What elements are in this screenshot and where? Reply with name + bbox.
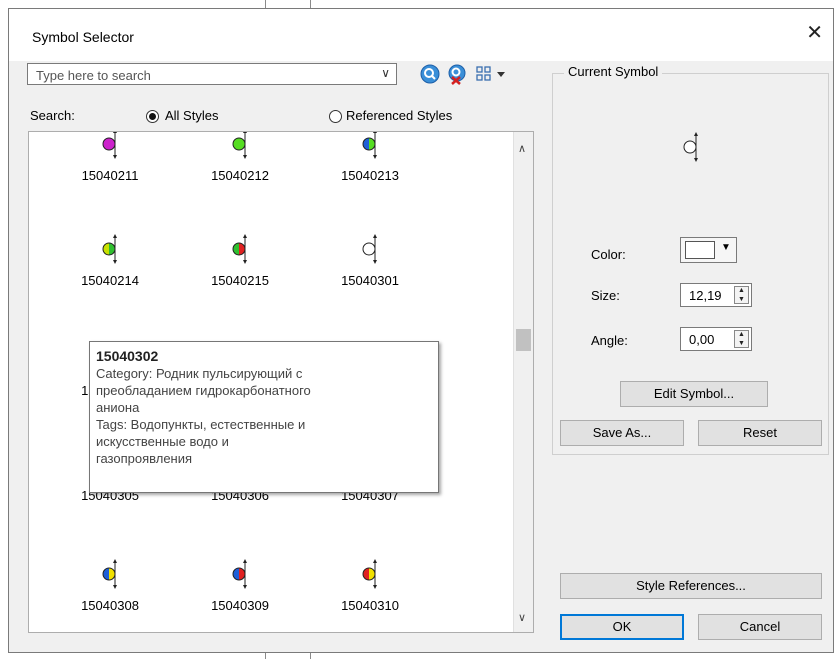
clear-search-icon[interactable] <box>446 63 468 85</box>
symbol-code: 15040309 <box>211 598 269 613</box>
close-icon[interactable]: ✕ <box>806 20 823 45</box>
background-window-edge <box>265 653 266 659</box>
symbol-cell[interactable]: 15040215 <box>185 217 295 307</box>
search-input[interactable] <box>34 65 368 85</box>
symbol-glyph <box>232 132 247 159</box>
edit-symbol-button[interactable]: Edit Symbol... <box>620 381 768 407</box>
symbol-code: 15040213 <box>341 168 399 183</box>
symbol-cell[interactable]: 15040212 <box>185 132 295 202</box>
current-symbol-preview <box>683 132 698 162</box>
referenced-styles-label[interactable]: Referenced Styles <box>346 108 452 123</box>
current-symbol-label: Current Symbol <box>564 64 663 79</box>
scroll-down-icon[interactable]: ∨ <box>518 611 526 624</box>
style-references-button[interactable]: Style References... <box>560 573 822 599</box>
background-window-edge <box>265 0 266 8</box>
scroll-up-icon[interactable]: ∧ <box>518 142 526 155</box>
symbol-glyph <box>362 132 377 159</box>
symbol-cell[interactable]: 15040310 <box>315 542 425 632</box>
reset-button[interactable]: Reset <box>698 420 822 446</box>
symbol-glyph <box>362 234 377 264</box>
tooltip-tags-line: Tags: Водопункты, естественные и <box>96 417 306 432</box>
symbol-glyph <box>232 234 247 264</box>
chevron-down-icon[interactable]: ▼ <box>721 242 731 253</box>
tooltip-category-line: Category: Родник пульсирующий с <box>96 366 303 381</box>
symbol-code: 15040308 <box>81 598 139 613</box>
symbol-cell[interactable]: 15040211 <box>55 132 165 202</box>
search-combobox[interactable]: ∨ <box>27 63 397 85</box>
save-as-button[interactable]: Save As... <box>560 420 684 446</box>
symbol-cell[interactable]: 15040213 <box>315 132 425 202</box>
size-value[interactable]: 12,19 <box>689 288 722 303</box>
cancel-button[interactable]: Cancel <box>698 614 822 640</box>
tooltip-category-line: аниона <box>96 400 140 415</box>
view-options-icon[interactable] <box>475 63 509 85</box>
tooltip-tags-line: газопроявления <box>96 451 193 466</box>
background-window-edge <box>310 653 311 659</box>
tooltip-tags-line: искусственные водо и <box>96 434 229 449</box>
all-styles-label[interactable]: All Styles <box>165 108 218 123</box>
symbol-cell[interactable]: 15040301 <box>315 217 425 307</box>
symbol-glyph <box>102 559 117 589</box>
angle-spin-buttons[interactable]: ▲ ▼ <box>734 330 749 348</box>
vertical-scrollbar[interactable]: ∧ ∨ <box>513 132 533 632</box>
angle-stepper[interactable]: 0,00 ▲ ▼ <box>680 327 752 351</box>
title-bar: Symbol Selector ✕ <box>9 9 833 61</box>
tooltip-title: 15040302 <box>96 348 159 364</box>
symbol-glyph <box>362 559 377 589</box>
dialog-title: Symbol Selector <box>32 29 134 45</box>
angle-value[interactable]: 0,00 <box>689 332 714 347</box>
symbol-cell[interactable]: 15040214 <box>55 217 165 307</box>
symbol-code: 15040211 <box>81 168 139 183</box>
symbol-glyph <box>102 234 117 264</box>
symbol-code: 15040301 <box>341 273 399 288</box>
all-styles-radio[interactable] <box>146 110 159 123</box>
scroll-thumb[interactable] <box>516 329 531 351</box>
chevron-down-icon[interactable]: ∨ <box>381 66 390 80</box>
symbol-code: 15040212 <box>211 168 269 183</box>
size-stepper[interactable]: 12,19 ▲ ▼ <box>680 283 752 307</box>
ok-button[interactable]: OK <box>560 614 684 640</box>
search-icon[interactable] <box>419 63 441 85</box>
background-window-edge <box>310 0 311 8</box>
size-spin-buttons[interactable]: ▲ ▼ <box>734 286 749 304</box>
symbol-code: 15040214 <box>81 273 139 288</box>
color-swatch <box>685 241 715 259</box>
color-label: Color: <box>591 247 626 262</box>
symbol-cell[interactable]: 15040308 <box>55 542 165 632</box>
size-label: Size: <box>591 288 620 303</box>
search-label: Search: <box>30 108 75 123</box>
symbol-cell[interactable]: 15040309 <box>185 542 295 632</box>
symbol-code: 15040310 <box>341 598 399 613</box>
tooltip-category-line: преобладанием гидрокарбонатного <box>96 383 311 398</box>
referenced-styles-radio[interactable] <box>329 110 342 123</box>
color-picker[interactable]: ▼ <box>680 237 737 263</box>
angle-label: Angle: <box>591 333 628 348</box>
symbol-tooltip: 15040302 Category: Родник пульсирующий с… <box>89 341 439 493</box>
symbol-code: 15040215 <box>211 273 269 288</box>
symbol-glyph <box>232 559 247 589</box>
symbol-glyph <box>102 132 117 159</box>
